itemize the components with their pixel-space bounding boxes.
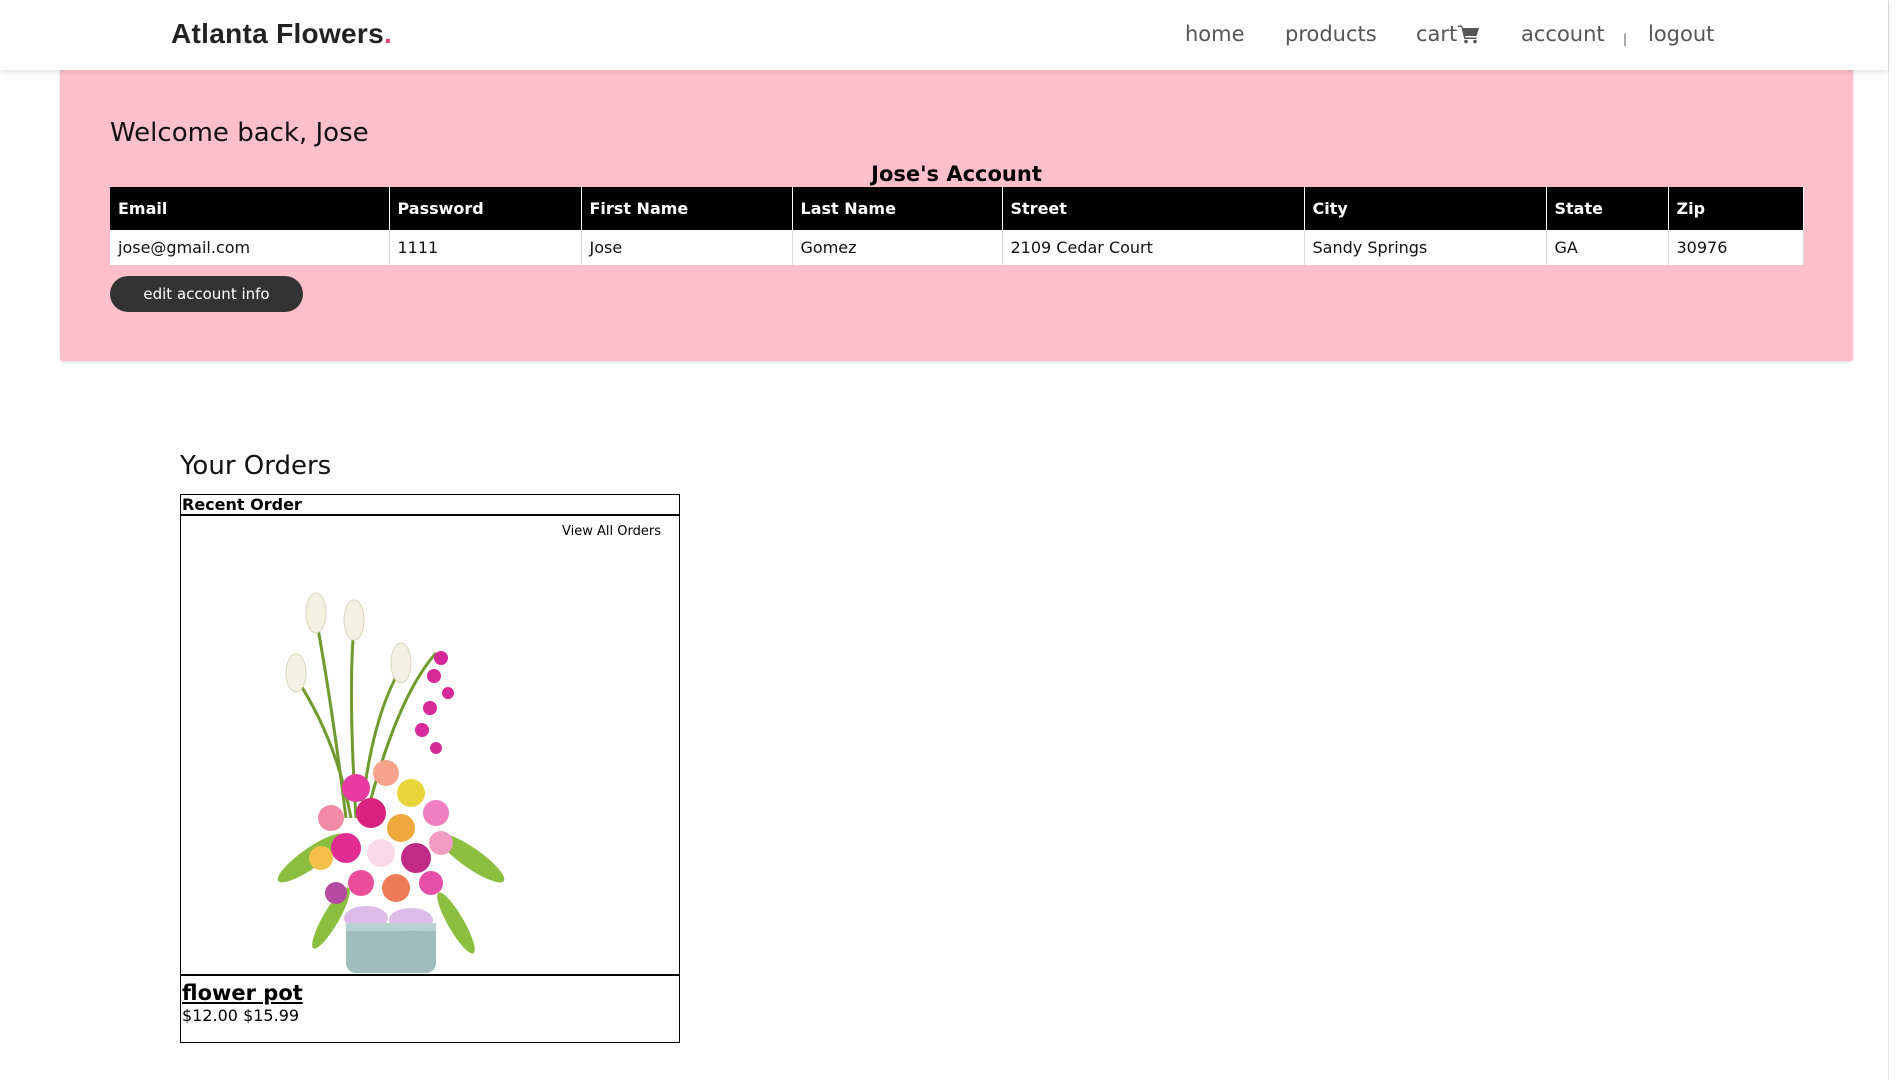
nav-logout-link[interactable]: logout	[1648, 22, 1714, 46]
cell-street: 2109 Cedar Court	[1002, 230, 1305, 265]
cell-password: 1111	[389, 230, 582, 265]
table-header-row: Email Password First Name Last Name Stre…	[110, 187, 1804, 230]
order-product-price: $12.00 $15.99	[182, 1006, 300, 1025]
main-nav: home products cart account | logout	[0, 22, 1888, 52]
nav-account-link[interactable]: account	[1521, 22, 1605, 46]
cell-state: GA	[1546, 230, 1669, 265]
cell-zip: 30976	[1668, 230, 1804, 265]
scrollbar[interactable]	[1888, 0, 1904, 1080]
col-header-email: Email	[110, 187, 390, 230]
flower-vase-image[interactable]	[236, 558, 556, 978]
recent-order-card: Recent Order View All Orders flower pot …	[180, 494, 680, 1043]
account-title: Jose's Account	[871, 162, 1042, 186]
account-panel: Welcome back, Jose Jose's Account Email …	[60, 70, 1853, 361]
col-header-city: City	[1304, 187, 1547, 230]
cell-email: jose@gmail.com	[110, 230, 390, 265]
col-header-last-name: Last Name	[792, 187, 1003, 230]
col-header-zip: Zip	[1668, 187, 1804, 230]
cell-last-name: Gomez	[792, 230, 1003, 265]
table-row: jose@gmail.com 1111 Jose Gomez 2109 Ceda…	[110, 230, 1804, 265]
nav-cart-label: cart	[1416, 22, 1458, 46]
recent-order-label: Recent Order	[181, 495, 679, 516]
top-navbar: Atlanta Flowers. home products cart acco…	[0, 0, 1888, 70]
col-header-street: Street	[1002, 187, 1305, 230]
nav-cart-link[interactable]: cart	[1416, 22, 1480, 46]
shopping-cart-icon	[1458, 25, 1480, 44]
page: Atlanta Flowers. home products cart acco…	[0, 0, 1904, 1080]
nav-products-link[interactable]: products	[1285, 22, 1377, 46]
col-header-password: Password	[389, 187, 582, 230]
edit-account-button[interactable]: edit account info	[110, 276, 303, 312]
col-header-state: State	[1546, 187, 1669, 230]
account-info-table: Email Password First Name Last Name Stre…	[110, 187, 1804, 265]
cell-city: Sandy Springs	[1304, 230, 1547, 265]
nav-separator: |	[1623, 32, 1628, 46]
nav-home-link[interactable]: home	[1185, 22, 1245, 46]
view-all-orders-link[interactable]: View All Orders	[562, 524, 661, 539]
welcome-message: Welcome back, Jose	[110, 118, 369, 148]
cell-first-name: Jose	[581, 230, 793, 265]
order-image-area: View All Orders	[181, 516, 679, 976]
col-header-first-name: First Name	[581, 187, 793, 230]
orders-heading: Your Orders	[180, 451, 332, 481]
order-product-link[interactable]: flower pot	[182, 981, 303, 1005]
